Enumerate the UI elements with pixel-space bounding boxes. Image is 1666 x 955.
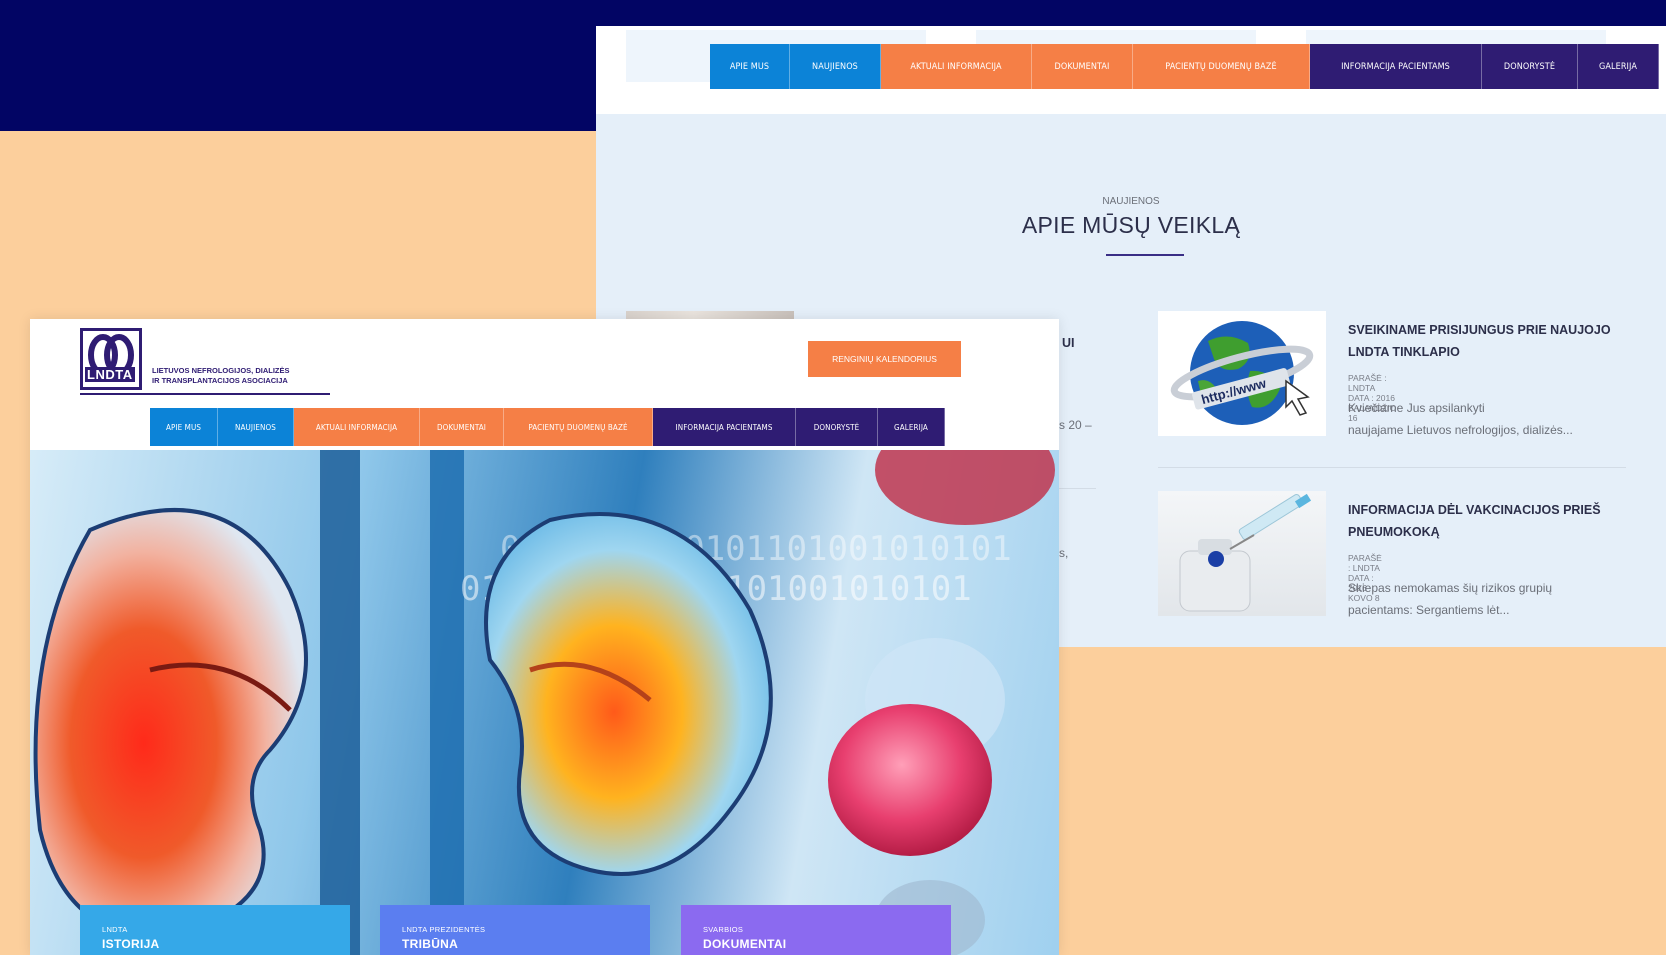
tile-istorija[interactable]: LNDTA ISTORIJA (80, 905, 350, 955)
tile-title: DOKUMENTAI (703, 937, 787, 951)
news-excerpt-fragment: s, (1059, 546, 1069, 560)
news-section-title: APIE MŪSŲ VEIKLĄ (1021, 212, 1241, 238)
nav-galerija[interactable]: GALERIJA (878, 408, 945, 446)
news-card-excerpt: Kviečiame Jus apsilankyti naujajame Liet… (1348, 401, 1573, 437)
events-calendar-button[interactable]: RENGINIŲ KALENDORIUS (808, 341, 961, 377)
nav-aktuali-informacija[interactable]: AKTUALI INFORMACIJA (294, 408, 420, 446)
nav-pacientu-duomenu-baze[interactable]: PACIENTŲ DUOMENŲ BAZĖ (504, 408, 653, 446)
news-card-excerpt: Skiepas nemokamas šių rizikos grupių pac… (1348, 581, 1553, 617)
nav-informacija-pacientams[interactable]: INFORMACIJA PACIENTAMS (1310, 44, 1482, 89)
tile-tribuna[interactable]: LNDTA PREZIDENTĖS TRIBŪNA (380, 905, 650, 955)
kidney-illustration: 0101010110101101001010101 01010101101011… (33, 450, 1055, 955)
nav-informacija-pacientams[interactable]: INFORMACIJA PACIENTAMS (653, 408, 796, 446)
nav-dokumentai[interactable]: DOKUMENTAI (1032, 44, 1133, 89)
title-underline (1106, 254, 1184, 256)
tile-title: TRIBŪNA (402, 937, 459, 951)
nav-apie-mus[interactable]: APIE MUS (150, 408, 218, 446)
tile-eyebrow: SVARBIOS (703, 925, 744, 934)
tile-eyebrow: LNDTA PREZIDENTĖS (402, 925, 486, 934)
logo-text: LIETUVOS NEFROLOGIJOS, DIALIZĖS IR TRANS… (152, 366, 290, 385)
nav-naujienos[interactable]: NAUJIENOS (790, 44, 881, 89)
news-thumbnail: http://www (1158, 311, 1326, 436)
news-thumbnail (1158, 491, 1326, 616)
tile-dokumentai[interactable]: SVARBIOS DOKUMENTAI (681, 905, 951, 955)
lndta-logo[interactable]: LNDTA LIETUVOS NEFROLOGIJOS, DIALIZĖS IR… (80, 328, 330, 398)
nav-pacientu-duomenu-baze[interactable]: PACIENTŲ DUOMENŲ BAZĖ (1133, 44, 1310, 89)
main-nav: APIE MUS NAUJIENOS AKTUALI INFORMACIJA D… (710, 44, 1659, 89)
back-header: APIE MUS NAUJIENOS AKTUALI INFORMACIJA D… (596, 26, 1666, 114)
homepage-screenshot: LNDTA LIETUVOS NEFROLOGIJOS, DIALIZĖS IR… (30, 319, 1059, 955)
globe-icon: http://www (1170, 321, 1314, 425)
nav-dokumentai[interactable]: DOKUMENTAI (420, 408, 504, 446)
nav-donoryste[interactable]: DONORYSTĖ (796, 408, 878, 446)
nav-aktuali-informacija[interactable]: AKTUALI INFORMACIJA (881, 44, 1032, 89)
news-excerpt-fragment: s 20 – (1059, 418, 1092, 432)
news-eyebrow: NAUJIENOS (1102, 196, 1160, 207)
news-card-title: SVEIKINAME PRISIJUNGUS PRIE NAUJOJO LNDT… (1348, 323, 1611, 359)
logo-mark: LNDTA (80, 328, 142, 390)
news-divider (1158, 467, 1626, 468)
logo-abbreviation: LNDTA (85, 367, 135, 382)
tile-eyebrow: LNDTA (102, 925, 128, 934)
tile-title: ISTORIJA (102, 937, 160, 951)
news-card-title: INFORMACIJA DĖL VAKCINACIJOS PRIEŠ PNEUM… (1348, 503, 1601, 539)
logo-underline (80, 393, 330, 395)
hero-banner: 0101010110101101001010101 01010101101011… (30, 450, 1059, 955)
nav-donoryste[interactable]: DONORYSTĖ (1482, 44, 1578, 89)
syringe-icon (1179, 493, 1312, 612)
nav-galerija[interactable]: GALERIJA (1578, 44, 1659, 89)
nav-naujienos[interactable]: NAUJIENOS (218, 408, 294, 446)
news-card-title-fragment: UI (1062, 336, 1075, 350)
nav-apie-mus[interactable]: APIE MUS (710, 44, 790, 89)
main-nav: APIE MUS NAUJIENOS AKTUALI INFORMACIJA D… (150, 408, 945, 446)
